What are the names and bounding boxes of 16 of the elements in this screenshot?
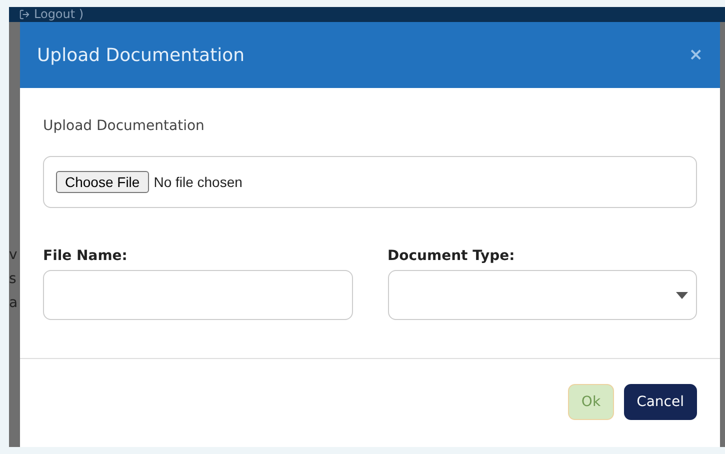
caret-icon bbox=[676, 292, 688, 298]
logout-icon bbox=[19, 9, 30, 20]
file-input[interactable]: Choose File No file chosen bbox=[43, 156, 697, 208]
choose-file-button[interactable]: Choose File bbox=[56, 171, 149, 193]
file-status: No file chosen bbox=[154, 174, 242, 190]
field-label: Document Type: bbox=[388, 248, 516, 264]
document-type-select[interactable] bbox=[388, 270, 697, 320]
cancel-button[interactable]: Cancel bbox=[624, 384, 697, 420]
background-text: v bbox=[9, 247, 18, 263]
field-label: File Name: bbox=[43, 248, 128, 264]
file-name-field[interactable] bbox=[43, 270, 352, 320]
section-label: Upload Documentation bbox=[43, 118, 206, 134]
logout-link[interactable]: Logout ) bbox=[34, 7, 84, 22]
background-text: s bbox=[9, 271, 18, 287]
background-text: a bbox=[9, 295, 19, 311]
dialog-title: Upload Documentation bbox=[37, 44, 245, 66]
